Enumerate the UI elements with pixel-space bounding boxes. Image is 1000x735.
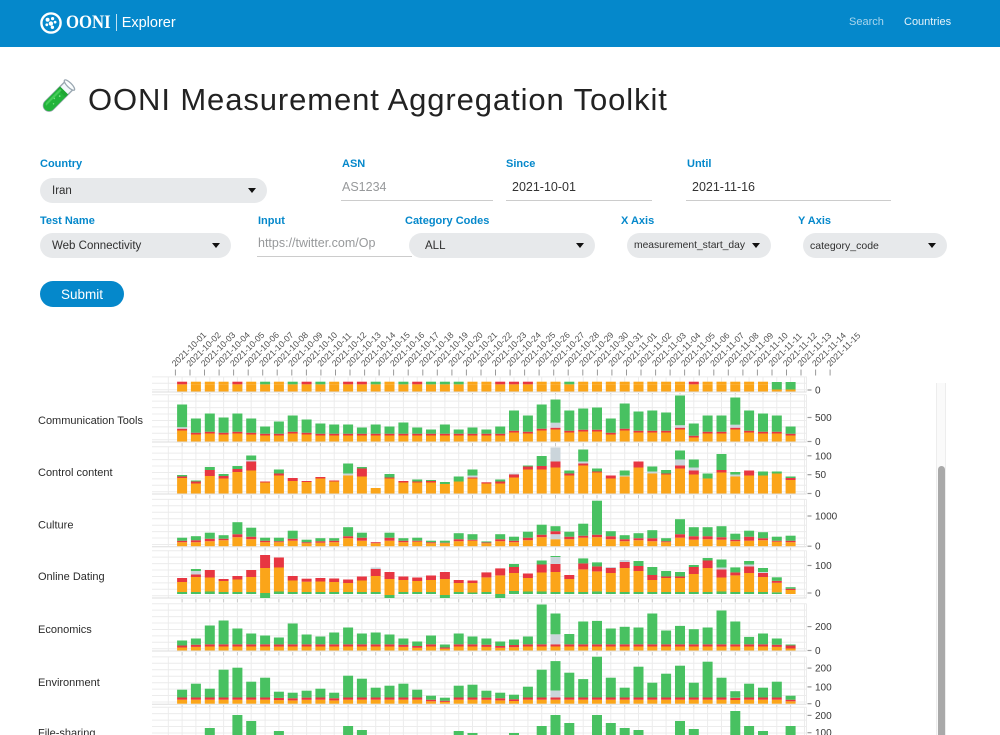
svg-text:100: 100: [815, 682, 832, 693]
svg-text:0: 0: [815, 699, 821, 710]
svg-text:100: 100: [815, 728, 832, 735]
svg-text:Communication Tools: Communication Tools: [38, 415, 143, 427]
svg-text:Online Dating: Online Dating: [38, 571, 105, 583]
svg-text:File-sharing: File-sharing: [38, 728, 95, 735]
svg-text:200: 200: [815, 711, 832, 722]
svg-text:1000: 1000: [815, 512, 838, 523]
svg-text:Control content: Control content: [38, 467, 113, 479]
svg-text:200: 200: [815, 622, 832, 633]
svg-text:Economics: Economics: [38, 624, 92, 636]
svg-text:0: 0: [815, 646, 821, 657]
svg-text:200: 200: [815, 664, 832, 675]
svg-text:0: 0: [815, 589, 821, 600]
svg-text:0: 0: [815, 386, 821, 397]
svg-text:100: 100: [815, 561, 832, 572]
svg-text:0: 0: [815, 489, 821, 500]
svg-text:0: 0: [815, 542, 821, 553]
svg-text:Environment: Environment: [38, 677, 100, 689]
svg-text:Culture: Culture: [38, 520, 73, 532]
svg-text:0: 0: [815, 437, 821, 448]
svg-text:50: 50: [815, 470, 827, 481]
svg-text:100: 100: [815, 451, 832, 462]
svg-text:500: 500: [815, 413, 832, 424]
